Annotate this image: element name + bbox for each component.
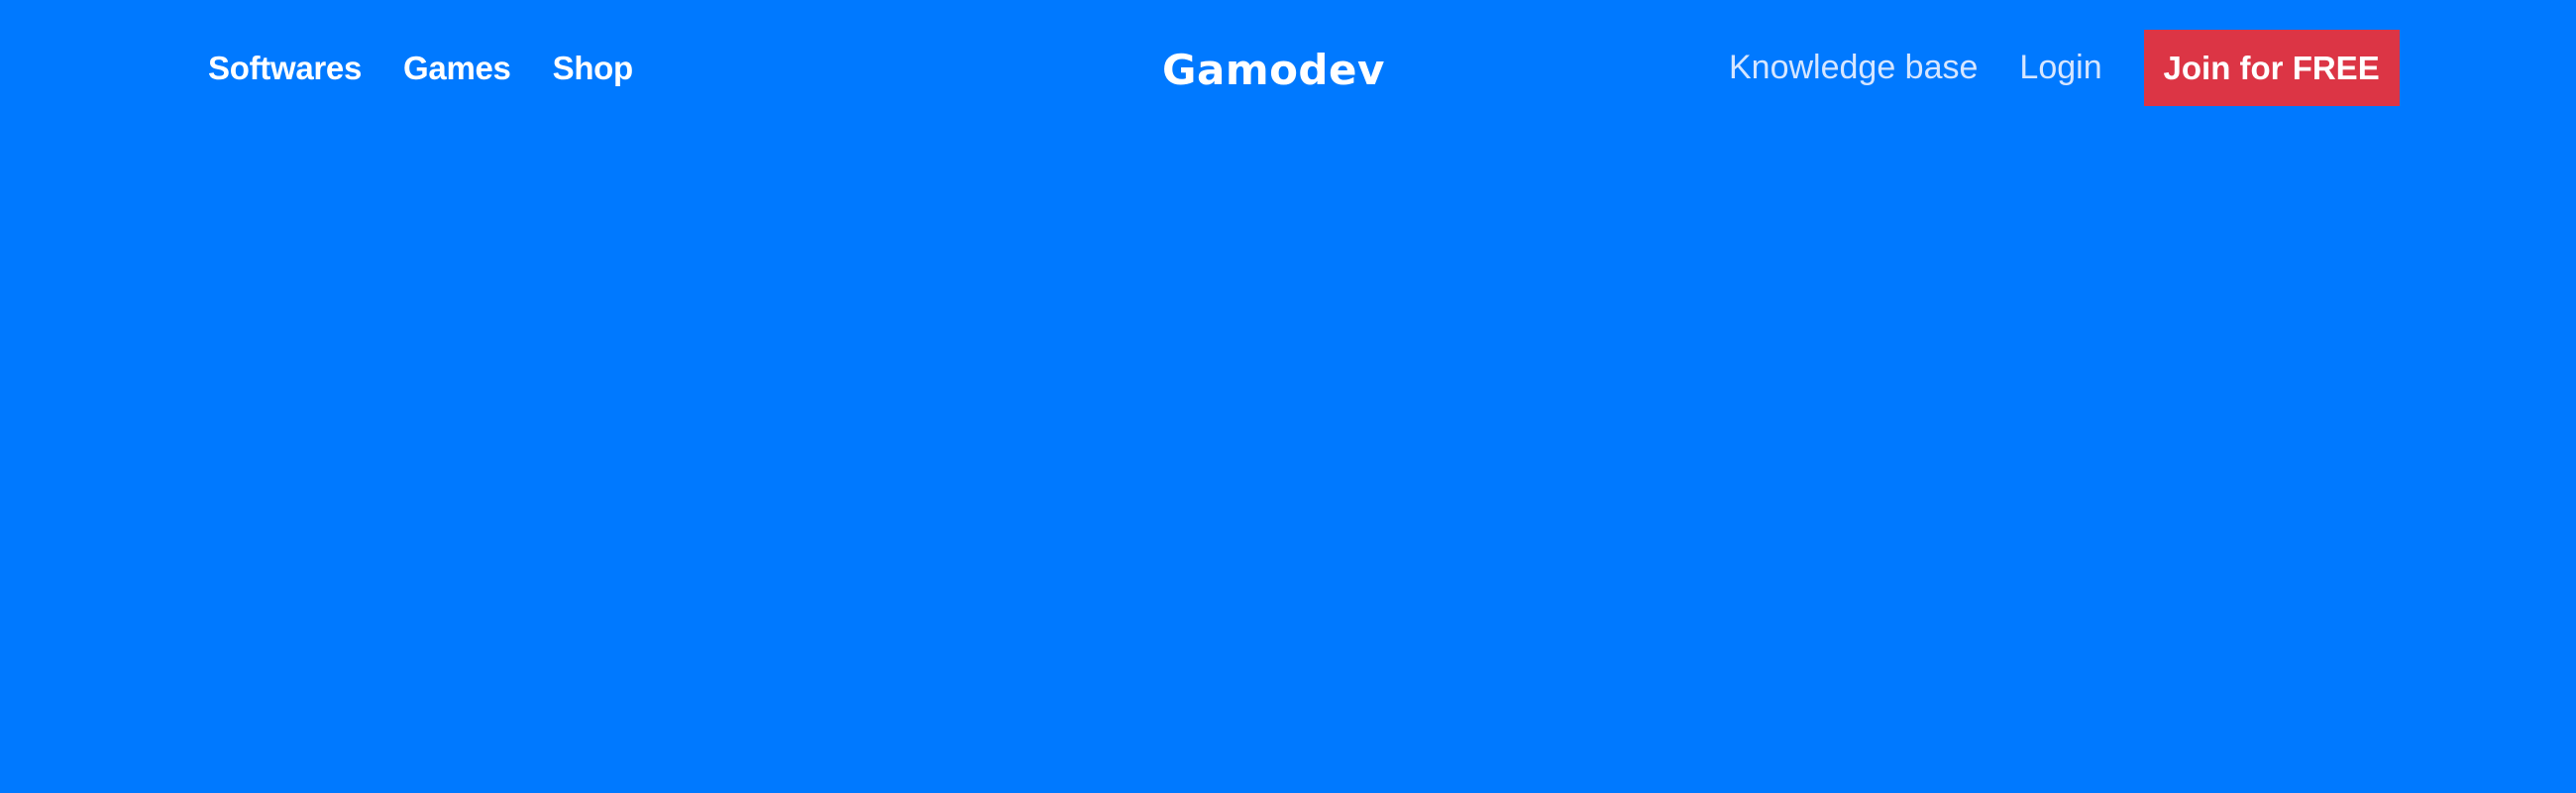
hero-section	[0, 144, 2576, 793]
page: Softwares Games Shop Gamodev Knowledge b…	[0, 0, 2576, 793]
nav-link-shop[interactable]: Shop	[553, 50, 634, 87]
nav-link-games[interactable]: Games	[403, 50, 511, 87]
nav-link-login[interactable]: Login	[2019, 49, 2101, 87]
nav-link-knowledge-base[interactable]: Knowledge base	[1729, 49, 1978, 87]
brand-logo[interactable]: Gamodev	[1162, 46, 1385, 94]
nav-link-softwares[interactable]: Softwares	[208, 50, 362, 87]
primary-nav: Softwares Games Shop	[208, 50, 633, 87]
join-for-free-button[interactable]: Join for FREE	[2143, 30, 2400, 106]
top-navbar: Softwares Games Shop Gamodev Knowledge b…	[0, 0, 2576, 144]
secondary-nav: Knowledge base Login Join for FREE	[1729, 30, 2400, 106]
